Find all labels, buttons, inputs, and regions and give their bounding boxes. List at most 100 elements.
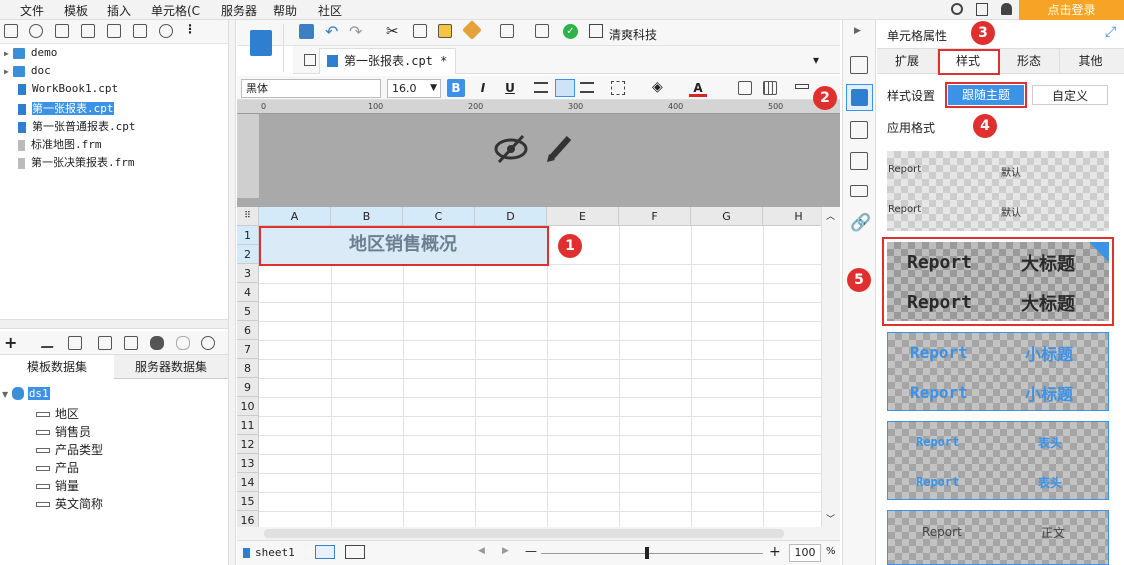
horizontal-scrollbar[interactable] (237, 527, 840, 540)
redo-icon[interactable]: ↷ (349, 22, 362, 41)
tab-template-dataset[interactable]: 模板数据集 (0, 355, 114, 379)
menu-insert[interactable]: 插入 (107, 2, 131, 19)
delete-icon[interactable] (68, 336, 82, 350)
custom-button[interactable]: 自定义 (1032, 85, 1108, 105)
pin-icon[interactable]: ⤢ (1105, 24, 1116, 40)
style-thumbnail-body[interactable]: Report 正文 (887, 510, 1109, 565)
copy-icon[interactable] (413, 24, 427, 38)
cell-properties-button[interactable] (846, 84, 873, 111)
notes-icon[interactable] (976, 3, 988, 16)
column-header[interactable]: H (763, 207, 821, 226)
dropdown-widget-icon[interactable] (850, 152, 868, 170)
paste-icon[interactable] (438, 24, 452, 38)
align-left-icon[interactable] (534, 82, 548, 93)
field-item[interactable]: 销量 (36, 477, 79, 494)
menu-template[interactable]: 模板 (64, 2, 88, 19)
search-icon[interactable] (535, 24, 549, 38)
fill-color-icon[interactable]: ◈ (652, 79, 663, 95)
tree-item-first-decision-report[interactable]: 第一张决策报表.frm (18, 154, 135, 171)
select-all-corner[interactable]: ⠿ (237, 207, 259, 226)
template-button[interactable] (240, 24, 284, 72)
database-icon[interactable] (150, 336, 164, 350)
underline-button[interactable]: U (501, 79, 519, 97)
settings-icon[interactable] (81, 24, 95, 38)
copy-icon[interactable] (133, 24, 147, 38)
prev-sheet-icon[interactable]: ◀ (478, 546, 485, 556)
row-header[interactable]: 10 (237, 397, 259, 416)
tab-menu-icon[interactable]: ▾ (813, 53, 819, 67)
font-size-select[interactable]: 16.0 ▼ (387, 79, 441, 98)
row-header[interactable]: 6 (237, 321, 259, 340)
template-properties-icon[interactable] (850, 56, 868, 74)
column-header[interactable]: B (331, 207, 403, 226)
row-header[interactable]: 7 (237, 340, 259, 359)
style-thumbnail-header[interactable]: Report 表头 Report 表头 (887, 421, 1109, 500)
scroll-down-icon[interactable]: ﹀ (826, 512, 835, 525)
tab-server-dataset[interactable]: 服务器数据集 (114, 355, 228, 379)
font-color-button[interactable]: A (689, 79, 707, 97)
refresh-icon[interactable] (29, 24, 43, 38)
menu-help[interactable]: 帮助 (273, 2, 297, 19)
menu-server[interactable]: 服务器 (221, 2, 257, 19)
column-header[interactable]: D (475, 207, 547, 226)
bell-icon[interactable] (1001, 3, 1012, 15)
tab-expand[interactable]: 扩展 (877, 49, 938, 74)
tree-item-standard-map[interactable]: 标准地图.frm (18, 136, 102, 153)
tab-first-report[interactable]: 第一张报表.cpt * (319, 48, 457, 74)
tree-item-first-normal-report[interactable]: 第一张普通报表.cpt (18, 118, 136, 135)
login-button[interactable]: 点击登录 (1019, 0, 1124, 20)
parameter-icon[interactable] (124, 336, 138, 350)
merge-icon[interactable] (738, 81, 752, 95)
column-header[interactable]: A (259, 207, 331, 226)
row-header[interactable]: 13 (237, 454, 259, 473)
zoom-slider-handle[interactable] (645, 547, 649, 559)
cut-icon[interactable]: ✂ (386, 22, 399, 40)
locate-icon[interactable] (159, 24, 173, 38)
field-item[interactable]: 英文简称 (36, 495, 103, 512)
tree-item-doc[interactable]: ▶ doc (4, 64, 51, 81)
scroll-thumb[interactable] (264, 529, 784, 538)
delete-icon[interactable] (107, 24, 121, 38)
row-header[interactable]: 1 (237, 226, 259, 245)
save-icon[interactable] (299, 24, 314, 39)
open-icon[interactable] (55, 24, 69, 38)
font-family-select[interactable]: 黑体 (241, 79, 381, 98)
company-label[interactable]: 清爽科技 (609, 26, 657, 43)
preview-icon[interactable] (500, 24, 514, 38)
tab-form[interactable]: 形态 (999, 49, 1060, 74)
field-item[interactable]: 地区 (36, 405, 79, 422)
hyperlink-icon[interactable]: 🔗 (850, 213, 871, 233)
border-icon[interactable] (611, 81, 625, 95)
vertical-divider[interactable] (228, 20, 236, 565)
row-header[interactable]: 14 (237, 473, 259, 492)
sheet-tab[interactable]: sheet1 (255, 546, 295, 559)
zoom-input[interactable]: 100 (789, 544, 821, 562)
column-header[interactable]: C (403, 207, 475, 226)
add-sheet-icon[interactable] (315, 545, 335, 559)
grid-icon[interactable] (304, 54, 316, 66)
edit-icon[interactable] (545, 132, 575, 164)
theme-icon[interactable] (589, 24, 603, 38)
vertical-scrollbar[interactable]: ︿ ﹀ (821, 207, 840, 527)
check-icon[interactable]: ✓ (563, 24, 578, 39)
row-header[interactable]: 9 (237, 378, 259, 397)
add-poly-sheet-icon[interactable] (345, 545, 365, 559)
scroll-up-icon[interactable]: ︿ (826, 209, 835, 222)
more-icon[interactable]: ⋮ (184, 23, 198, 37)
row-header[interactable]: 16 (237, 511, 259, 527)
undo-icon[interactable]: ↶ (325, 22, 338, 41)
row-header[interactable]: 5 (237, 302, 259, 321)
spreadsheet-grid[interactable]: ⠿ A B C D E F G H 1 2 3 4 5 6 7 8 9 10 1… (237, 207, 821, 527)
next-sheet-icon[interactable]: ▶ (502, 546, 509, 556)
zoom-out-button[interactable]: — (525, 544, 537, 558)
column-header[interactable]: G (691, 207, 763, 226)
search-icon[interactable] (201, 336, 215, 350)
tree-item-demo[interactable]: ▶ demo (4, 46, 57, 63)
zoom-in-button[interactable]: + (769, 544, 781, 560)
search-icon[interactable] (951, 3, 963, 15)
edit-icon[interactable] (40, 336, 58, 348)
bold-button[interactable]: B (447, 79, 465, 97)
table-icon[interactable] (763, 81, 777, 95)
row-header[interactable]: 15 (237, 492, 259, 511)
row-header[interactable]: 3 (237, 264, 259, 283)
